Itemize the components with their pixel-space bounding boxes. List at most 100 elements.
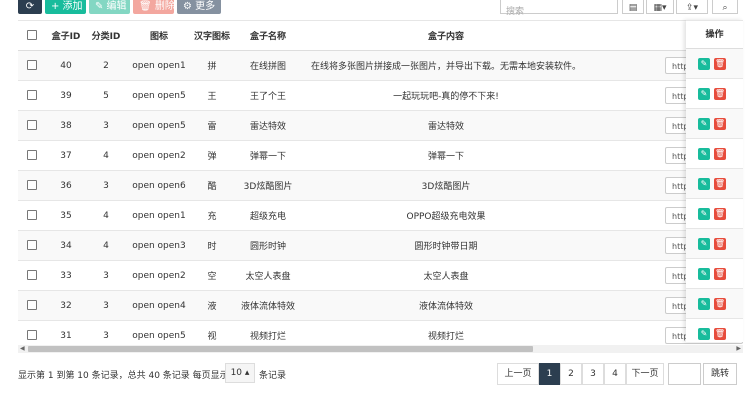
cell-id: 34: [46, 230, 86, 261]
trash-icon: 🗑: [714, 89, 726, 98]
table-row[interactable]: 395open open5王王了个王一起玩玩吧-真的停不下来!http://ga…: [18, 80, 743, 111]
export-button[interactable]: ⇪▾: [676, 0, 708, 14]
row-checkbox-cell: [18, 170, 46, 201]
trash-icon: 🗑: [714, 239, 726, 248]
scroll-right-icon[interactable]: ▶: [736, 345, 741, 353]
column-header-id[interactable]: 盒子ID: [46, 20, 86, 51]
cell-content: 3D炫酷图片: [304, 170, 588, 201]
column-header-content[interactable]: 盒子内容: [304, 20, 588, 51]
add-button[interactable]: + 添加: [45, 0, 86, 14]
actions-column: 操作 ✎ 🗑 ✎ 🗑 ✎ 🗑 ✎ 🗑 ✎ 🗑 ✎ 🗑 ✎ 🗑 ✎ 🗑 ✎ 🗑 ✎ 🗑: [686, 20, 743, 349]
cell-category: 5: [86, 80, 126, 111]
table-row[interactable]: 333open open2空太空人表盘太空人表盘http://api.zhaoz…: [18, 260, 743, 291]
page-button-1[interactable]: 1: [539, 363, 560, 385]
row-checkbox[interactable]: [27, 270, 37, 281]
row-edit-button[interactable]: ✎: [698, 118, 710, 130]
cell-category: 3: [86, 290, 126, 321]
cell-id: 36: [46, 170, 86, 201]
table-row[interactable]: 354open open1充超级充电OPPO超级充电效果http://api.z…: [18, 200, 743, 231]
row-delete-button[interactable]: 🗑: [714, 118, 726, 130]
row-checkbox[interactable]: [27, 210, 37, 221]
table-row[interactable]: 344open open3时圆形时钟圆形时钟带日期http://api.zhao…: [18, 230, 743, 261]
cell-char-icon: 酷: [192, 170, 232, 201]
trash-icon: 🗑: [714, 269, 726, 278]
table-row[interactable]: 363open open6酷3D炫酷图片3D炫酷图片http://api.zha…: [18, 170, 743, 201]
row-edit-button[interactable]: ✎: [698, 298, 710, 310]
cell-char-icon: 雷: [192, 110, 232, 141]
pencil-icon: ✎: [700, 59, 708, 68]
row-delete-button[interactable]: 🗑: [714, 328, 726, 340]
cell-name: 雷达特效: [232, 110, 304, 141]
page-size-dropdown[interactable]: 10 ▴: [225, 363, 255, 383]
select-all-checkbox[interactable]: [27, 30, 37, 41]
jump-page-input[interactable]: [668, 363, 701, 385]
cell-icon: open open2: [126, 140, 192, 171]
cell-category: 3: [86, 110, 126, 141]
row-edit-button[interactable]: ✎: [698, 88, 710, 100]
toggle-view-button[interactable]: ▤: [622, 0, 644, 14]
row-edit-button[interactable]: ✎: [698, 208, 710, 220]
row-edit-button[interactable]: ✎: [698, 238, 710, 250]
column-header-category[interactable]: 分类ID: [86, 20, 126, 51]
select-all-cell[interactable]: [18, 20, 46, 51]
refresh-button[interactable]: ⟳: [18, 0, 42, 14]
table-row[interactable]: 323open open4液液体流体特效液体流体特效http://api.zha…: [18, 290, 743, 321]
page-button-2[interactable]: 2: [560, 363, 582, 385]
row-delete-button[interactable]: 🗑: [714, 88, 726, 100]
pencil-icon: ✎: [700, 149, 708, 158]
row-checkbox[interactable]: [27, 180, 37, 191]
cell-id: 38: [46, 110, 86, 141]
search-input[interactable]: 搜索: [500, 0, 618, 17]
cell-category: 4: [86, 230, 126, 261]
row-checkbox-cell: [18, 140, 46, 171]
actions-cell: ✎ 🗑: [686, 259, 743, 289]
column-header-char-icon[interactable]: 汉字图标: [192, 20, 232, 51]
column-header-icon[interactable]: 图标: [126, 20, 192, 51]
row-checkbox[interactable]: [27, 60, 37, 71]
row-delete-button[interactable]: 🗑: [714, 178, 726, 190]
cell-id: 35: [46, 200, 86, 231]
next-page-button[interactable]: 下一页: [626, 363, 664, 385]
row-delete-button[interactable]: 🗑: [714, 58, 726, 70]
row-delete-button[interactable]: 🗑: [714, 268, 726, 280]
scroll-left-icon[interactable]: ◀: [20, 345, 25, 353]
row-edit-button[interactable]: ✎: [698, 178, 710, 190]
trash-icon: 🗑: [714, 299, 726, 308]
edit-button[interactable]: ✎ 编辑: [89, 0, 130, 14]
row-checkbox[interactable]: [27, 90, 37, 101]
cell-id: 40: [46, 50, 86, 81]
export-icon: ⇪▾: [685, 3, 699, 13]
column-header-name[interactable]: 盒子名称: [232, 20, 304, 51]
trash-icon: 🗑: [714, 119, 726, 128]
horizontal-scrollbar[interactable]: ◀ ▶: [18, 345, 743, 353]
cell-name: 王了个王: [232, 80, 304, 111]
row-edit-button[interactable]: ✎: [698, 58, 710, 70]
row-edit-button[interactable]: ✎: [698, 328, 710, 340]
page-button-3[interactable]: 3: [582, 363, 604, 385]
row-checkbox[interactable]: [27, 330, 37, 341]
prev-page-button[interactable]: 上一页: [497, 363, 539, 385]
advanced-search-button[interactable]: ⌕: [712, 0, 738, 14]
table-row[interactable]: 374open open2弹弹幂一下弹幂一下http://api.zhaozy.…: [18, 140, 743, 171]
row-edit-button[interactable]: ✎: [698, 268, 710, 280]
row-delete-button[interactable]: 🗑: [714, 238, 726, 250]
row-edit-button[interactable]: ✎: [698, 148, 710, 160]
trash-icon: 🗑: [714, 329, 726, 338]
row-checkbox[interactable]: [27, 300, 37, 311]
row-delete-button[interactable]: 🗑: [714, 298, 726, 310]
columns-button[interactable]: ▦▾: [646, 0, 674, 14]
table-row[interactable]: 383open open5雷雷达特效雷达特效http://api.zhaozy.…: [18, 110, 743, 141]
delete-button[interactable]: 🗑 删除: [133, 0, 175, 14]
actions-cell: ✎ 🗑: [686, 109, 743, 139]
row-delete-button[interactable]: 🗑: [714, 148, 726, 160]
row-checkbox[interactable]: [27, 150, 37, 161]
table-row[interactable]: 40 2 open open1 拼在线拼图 在线将多张图片拼接成一张图片，并导出下载。无…: [18, 50, 743, 81]
row-checkbox[interactable]: [27, 120, 37, 131]
trash-icon: 🗑: [714, 179, 726, 188]
scrollbar-thumb[interactable]: [28, 346, 533, 352]
page-button-4[interactable]: 4: [604, 363, 626, 385]
jump-button[interactable]: 跳转: [703, 363, 737, 385]
more-button[interactable]: ⚙ 更多: [177, 0, 221, 14]
row-checkbox[interactable]: [27, 240, 37, 251]
row-delete-button[interactable]: 🗑: [714, 208, 726, 220]
